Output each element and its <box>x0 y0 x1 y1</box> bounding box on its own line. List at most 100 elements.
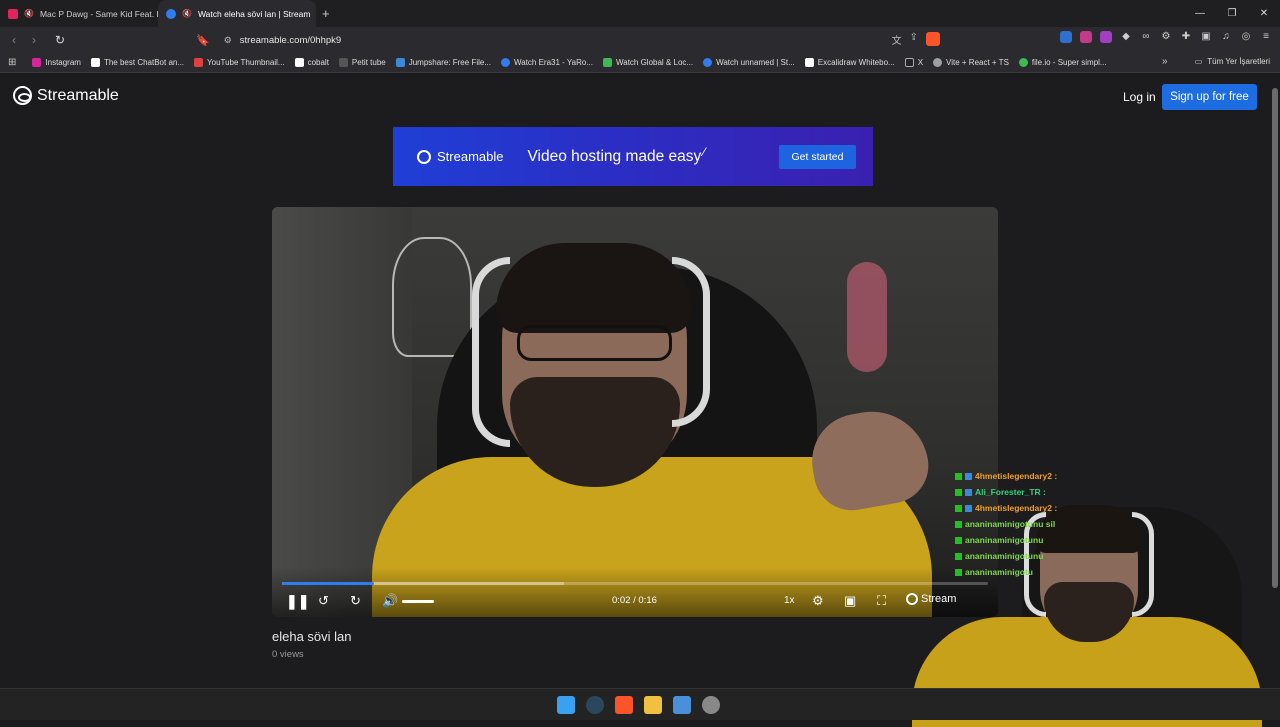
volume-icon[interactable]: 🔊 <box>382 593 398 609</box>
bookmark-item[interactable]: The best ChatBot an... <box>90 58 184 67</box>
bookmark-label: Vite + React + TS <box>946 58 1009 67</box>
chat-message: ananinaminigotunu <box>955 532 1085 548</box>
tab-mac-p-dawg[interactable]: 🔇 Mac P Dawg - Same Kid Feat. Bo <box>0 0 158 27</box>
signup-button[interactable]: Sign up for free <box>1162 84 1257 110</box>
extensions-area: ◆ ∞ ⚙ ✚ ▣ ♫ ◎ ≡ <box>1060 31 1272 43</box>
address-actions: 文 ⇪ <box>892 32 940 47</box>
file-explorer-icon[interactable] <box>644 696 662 714</box>
bookmark-item[interactable]: YouTube Thumbnail... <box>194 58 285 67</box>
back-icon[interactable]: ‹ <box>4 33 24 47</box>
bookmark-item[interactable]: Petit tube <box>338 58 386 67</box>
promo-banner[interactable]: Streamable Video hosting made easy ⁄ Get… <box>393 127 873 186</box>
chat-username: 4hmetislegendary2 : <box>975 503 1058 513</box>
more-bookmarks-icon[interactable]: » <box>1162 56 1168 67</box>
tab-streamable[interactable]: 🔇 Watch eleha sövi lan | Stream ✕ <box>158 0 316 27</box>
restore-icon[interactable]: ❐ <box>1216 0 1248 27</box>
extension-icon[interactable] <box>1060 31 1072 43</box>
chat-badge-icon <box>955 552 962 560</box>
player-controls: ❚❚ ↺ ↻ 🔊 0:02 / 0:16 1x ⚙ ▣ ⛶ Stream <box>272 567 998 617</box>
folder-icon: ▭ <box>1194 57 1203 66</box>
banner-logo: Streamable <box>417 149 503 164</box>
fullscreen-icon[interactable]: ⛶ <box>877 593 886 609</box>
brave-shield-icon[interactable] <box>926 32 940 46</box>
video-frame-glasses <box>517 325 672 361</box>
sidebar-icon[interactable]: ▣ <box>1200 31 1212 43</box>
streamable-favicon-icon <box>166 8 176 19</box>
discord-like-icon[interactable] <box>702 696 720 714</box>
bookmark-item[interactable]: Vite + React + TS <box>933 58 1009 67</box>
chatbot-icon <box>90 58 100 67</box>
extension-icon[interactable]: ⚙ <box>1160 31 1172 43</box>
extension-icon[interactable]: ◆ <box>1120 31 1132 43</box>
scrollbar-thumb[interactable] <box>1272 88 1278 588</box>
all-bookmarks[interactable]: ▭ Tüm Yer İşaretleri <box>1195 57 1270 66</box>
new-tab-button[interactable]: + <box>322 6 330 21</box>
chat-badge-icon <box>955 520 962 528</box>
chat-badge-icon <box>955 536 962 544</box>
instagram-icon <box>32 58 42 67</box>
speed-button[interactable]: 1x <box>784 595 795 606</box>
bookmark-item[interactable]: Watch Global & Loc... <box>602 58 693 67</box>
address-bar[interactable]: 🔖 ⚙ streamable.com/0hhpk9 文 ⇪ <box>196 30 940 50</box>
rewind-icon[interactable]: ↺ <box>318 593 329 609</box>
site-info-icon[interactable]: ⚙ <box>224 35 232 46</box>
login-link[interactable]: Log in <box>1123 90 1156 104</box>
streamable-logo-icon <box>13 86 32 105</box>
youtube-thumbnail-icon <box>194 58 204 67</box>
tab-title: Watch eleha sövi lan | Stream <box>197 8 311 19</box>
bookmark-item[interactable]: Watch unnamed | St... <box>703 58 795 67</box>
forward-icon[interactable]: › <box>24 33 44 47</box>
puzzle-icon[interactable]: ✚ <box>1180 31 1192 43</box>
chat-badge-icon <box>955 568 962 576</box>
reload-icon[interactable]: ↻ <box>50 33 70 47</box>
settings-gear-icon[interactable]: ⚙ <box>812 593 824 609</box>
bookmark-label: cobalt <box>307 58 329 67</box>
seek-bar[interactable] <box>282 582 988 585</box>
video-player[interactable]: ❚❚ ↺ ↻ 🔊 0:02 / 0:16 1x ⚙ ▣ ⛶ Stream <box>272 207 998 617</box>
mute-icon[interactable]: 🔇 <box>182 9 192 18</box>
steam-icon[interactable] <box>586 696 604 714</box>
menu-icon[interactable]: ≡ <box>1260 31 1272 43</box>
vpn-icon[interactable]: ◎ <box>1240 31 1252 43</box>
played-bar <box>282 582 374 585</box>
forward-icon[interactable]: ↻ <box>350 593 361 609</box>
brave-icon[interactable] <box>615 696 633 714</box>
bookmark-item[interactable]: cobalt <box>294 58 329 67</box>
minimize-icon[interactable]: — <box>1184 0 1216 27</box>
music-icon[interactable]: ♫ <box>1220 31 1232 43</box>
picture-in-picture-icon[interactable]: ▣ <box>844 593 856 609</box>
close-window-icon[interactable]: ✕ <box>1248 0 1280 27</box>
bookmark-item[interactable]: Jumpshare: Free File... <box>395 58 491 67</box>
share-icon[interactable]: ⇪ <box>910 32 918 47</box>
chat-badge-icon <box>965 488 972 496</box>
translate-icon[interactable]: 文 <box>892 32 902 47</box>
address-url[interactable]: streamable.com/0hhpk9 <box>240 35 341 46</box>
windows-start-icon[interactable] <box>557 696 575 714</box>
bookmark-label: X <box>917 58 924 67</box>
extension-icon[interactable] <box>1100 31 1112 43</box>
bookmark-item[interactable]: Watch Era31 - YaRo... <box>500 58 593 67</box>
extension-icon[interactable]: ∞ <box>1140 31 1152 43</box>
extension-icon[interactable] <box>1080 31 1092 43</box>
youtube-favicon-icon <box>8 8 18 19</box>
bookmark-item[interactable]: X <box>904 58 924 67</box>
bookmark-label: file.io - Super simpl... <box>1031 58 1107 67</box>
bookmark-icon[interactable]: 🔖 <box>196 34 210 47</box>
site-logo[interactable]: Streamable <box>13 86 119 105</box>
pause-icon[interactable]: ❚❚ <box>286 593 309 610</box>
apps-grid-icon[interactable]: ⊞ <box>8 57 16 68</box>
bookmark-item[interactable]: Excalidraw Whitebo... <box>804 58 895 67</box>
bookmark-item[interactable]: Instagram <box>32 58 81 67</box>
mute-icon[interactable]: 🔇 <box>24 9 34 18</box>
bookmark-label: Instagram <box>45 58 81 67</box>
streamable-icon <box>703 58 713 67</box>
streamable-icon <box>500 58 510 67</box>
bookmark-item[interactable]: file.io - Super simpl... <box>1018 58 1107 67</box>
app-icon[interactable] <box>673 696 691 714</box>
volume-slider[interactable] <box>402 600 434 603</box>
all-bookmarks-label: Tüm Yer İşaretleri <box>1207 57 1270 66</box>
get-started-button[interactable]: Get started <box>779 145 856 169</box>
streamable-logo-icon <box>417 149 431 164</box>
video-views: 0 views <box>272 649 304 660</box>
page-scrollbar[interactable] <box>1270 74 1280 688</box>
